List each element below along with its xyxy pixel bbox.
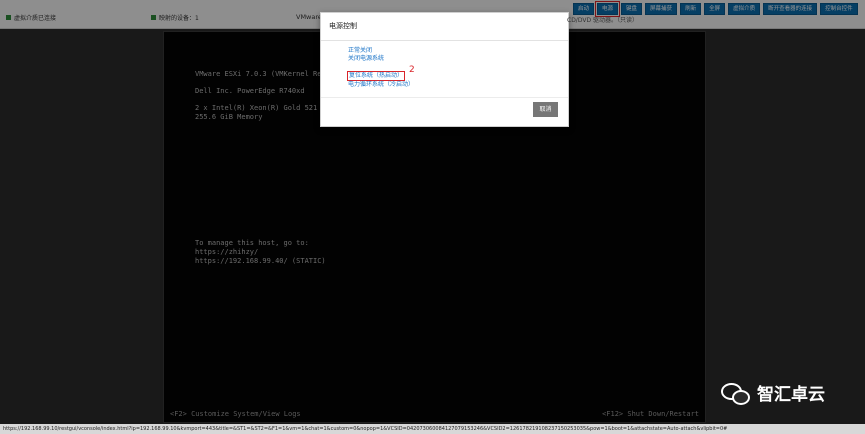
watermark-text: 智汇卓云 (757, 385, 825, 405)
annotation-number: 2 (409, 65, 415, 75)
power-options-list: 正常关闭 关闭电源系统 复位系统（热启动） 电力循环系统（冷启动） (346, 47, 414, 89)
divider (321, 40, 568, 41)
status-url-bar: https://192.168.99.10/restgui/vconsole/i… (0, 424, 865, 434)
power-off-system-link[interactable]: 关闭电源系统 (348, 55, 414, 63)
chat-bubbles-icon (721, 381, 750, 405)
dialog-title: 电源控制 (329, 22, 357, 30)
cd-status-label: CD/DVD 驱动器。（只读） (567, 17, 638, 24)
power-cycle-cold-boot-link[interactable]: 电力循环系统（冷启动） (348, 81, 414, 89)
divider (321, 97, 568, 98)
power-control-dialog: 电源控制 正常关闭 关闭电源系统 复位系统（热启动） 电力循环系统（冷启动） 2… (320, 12, 569, 127)
graceful-shutdown-link[interactable]: 正常关闭 (348, 47, 414, 55)
cancel-button[interactable]: 取消 (533, 102, 558, 117)
watermark: 智汇卓云 (721, 380, 825, 405)
reset-system-warm-boot-link[interactable]: 复位系统（热启动） (346, 71, 406, 81)
